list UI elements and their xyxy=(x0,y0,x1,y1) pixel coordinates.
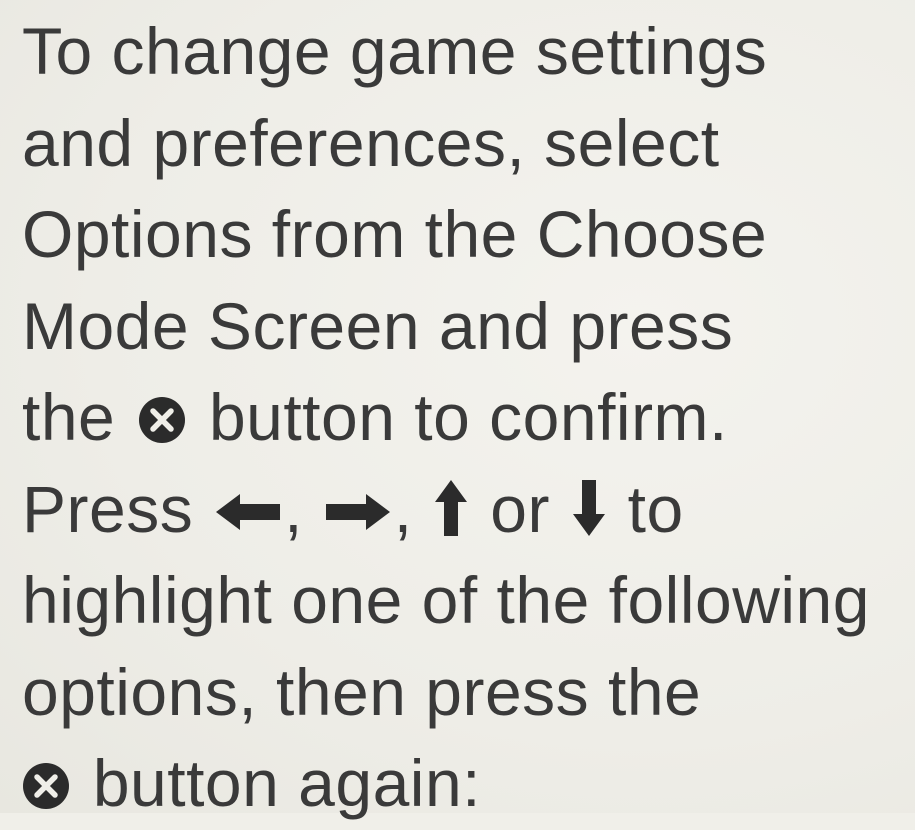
cross-button-icon xyxy=(22,762,70,810)
text-line-8: options, then press the xyxy=(22,647,912,739)
line-9-after: button again: xyxy=(92,746,482,820)
line-4-text: Mode Screen and press xyxy=(22,288,734,363)
manual-page: To change game settings and preferences,… xyxy=(0,0,915,820)
line-1-text: To change game settings xyxy=(22,14,768,88)
text-line-2: and preferences, select xyxy=(22,98,912,190)
text-line-9: button again: xyxy=(22,738,912,830)
line-8-text: options, then press the xyxy=(22,654,702,729)
line-2-text: and preferences, select xyxy=(22,105,720,180)
instruction-text: To change game settings and preferences,… xyxy=(22,6,912,830)
line-7-text: highlight one of the following xyxy=(22,563,870,637)
text-line-7: highlight one of the following xyxy=(22,555,912,647)
down-arrow-icon xyxy=(571,478,607,538)
line-5-after: button to confirm. xyxy=(208,380,728,454)
text-line-6: Press , , or to xyxy=(22,464,912,556)
line-6-sep2: , xyxy=(393,471,413,546)
left-arrow-icon xyxy=(214,490,282,534)
text-line-4: Mode Screen and press xyxy=(22,281,912,373)
line-6-before: Press xyxy=(22,471,194,546)
line-5-before: the xyxy=(22,380,116,454)
text-line-5: the button to confirm. xyxy=(22,372,912,464)
up-arrow-icon xyxy=(433,478,469,538)
line-6-or: or xyxy=(490,471,550,546)
text-line-1: To change game settings xyxy=(22,6,912,98)
line-6-after: to xyxy=(627,471,684,546)
line-3-text: Options from the Choose xyxy=(22,197,768,271)
text-line-3: Options from the Choose xyxy=(22,189,912,281)
cross-button-icon xyxy=(138,396,186,444)
line-6-sep1: , xyxy=(284,471,303,546)
right-arrow-icon xyxy=(324,490,392,534)
